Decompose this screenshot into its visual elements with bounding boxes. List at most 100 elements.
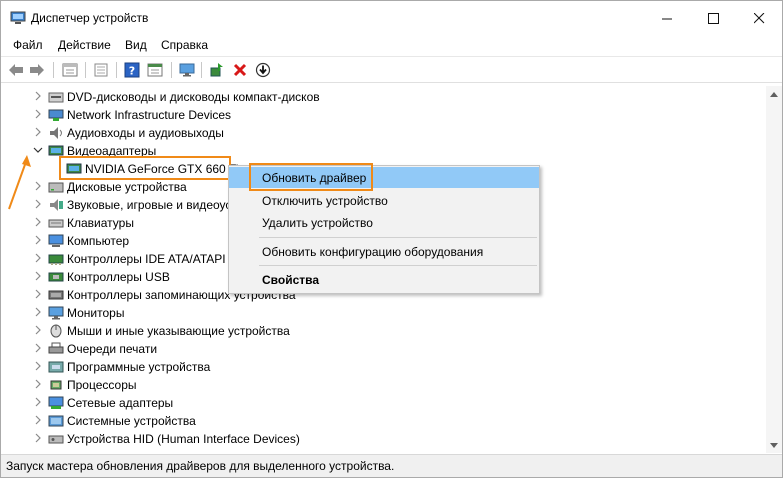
install-icon: [255, 62, 271, 78]
menu-file[interactable]: Файл: [13, 38, 43, 52]
details-button[interactable]: [146, 61, 164, 79]
disk-icon: [48, 180, 64, 194]
chevron-right-icon[interactable]: [33, 325, 43, 337]
chevron-right-icon[interactable]: [33, 397, 43, 409]
properties-label: Свойства: [262, 273, 320, 287]
close-icon: [753, 12, 764, 23]
tree-item-label: Контроллеры IDE ATA/ATAPI: [67, 252, 226, 266]
list-icon: [94, 63, 108, 77]
status-bar: Запуск мастера обновления драйверов для …: [1, 454, 782, 477]
menu-item-uninstall-device[interactable]: Удалить устройство: [229, 212, 539, 233]
toolbar-separator: [201, 62, 202, 78]
tree-category-item[interactable]: Network Infrastructure Devices: [6, 106, 766, 124]
title-bar: Диспетчер устройств: [1, 1, 782, 35]
menu-separator: [259, 237, 537, 238]
tree-item-label: Устройства HID (Human Interface Devices): [67, 432, 300, 446]
chevron-right-icon[interactable]: [33, 289, 43, 301]
toolbar-separator: [85, 62, 86, 78]
tree-item-label: Компьютер: [67, 234, 130, 248]
chevron-right-icon[interactable]: [33, 127, 43, 139]
storage-controller-icon: [48, 288, 64, 302]
disable-device-label: Отключить устройство: [262, 194, 388, 208]
network-device-icon: [48, 108, 64, 122]
remove-button[interactable]: [231, 61, 249, 79]
scroll-down-button[interactable]: [766, 437, 782, 453]
properties-pane-button[interactable]: [61, 61, 79, 79]
tree-category-item[interactable]: Программные устройства: [6, 358, 766, 376]
chevron-right-icon[interactable]: [33, 379, 43, 391]
minimize-button[interactable]: [644, 1, 690, 35]
tree-category-item[interactable]: Мониторы: [6, 304, 766, 322]
tree-category-item[interactable]: Сетевые адаптеры: [6, 394, 766, 412]
vertical-scrollbar[interactable]: [766, 86, 782, 453]
tree-category-item[interactable]: Процессоры: [6, 376, 766, 394]
forward-button[interactable]: [28, 61, 46, 79]
chevron-up-icon: [770, 91, 778, 97]
scan-monitor-button[interactable]: [178, 61, 196, 79]
menu-separator: [259, 265, 537, 266]
tree-category-item[interactable]: Устройства HID (Human Interface Devices): [6, 430, 766, 448]
processor-icon: [48, 378, 64, 392]
svg-text:?: ?: [129, 65, 135, 78]
help-button[interactable]: ?: [123, 61, 141, 79]
menu-help[interactable]: Справка: [161, 38, 208, 52]
device-manager-window: Диспетчер устройств Файл Действие Вид Сп…: [0, 0, 783, 478]
chevron-right-icon[interactable]: [33, 271, 43, 283]
selected-device-highlight: [59, 156, 231, 180]
maximize-button[interactable]: [690, 1, 736, 35]
tree-item-label: Контроллеры USB: [67, 270, 170, 284]
chevron-right-icon[interactable]: [33, 415, 43, 427]
tree-category-item[interactable]: DVD-дисководы и дисководы компакт-дисков: [6, 88, 766, 106]
window-title: Диспетчер устройств: [31, 11, 149, 25]
usb-controller-icon: [48, 270, 64, 284]
speaker-icon: [48, 126, 64, 140]
ide-controller-icon: [48, 252, 64, 266]
chevron-right-icon[interactable]: [33, 343, 43, 355]
tree-item-label: Мыши и иные указывающие устройства: [67, 324, 290, 338]
chevron-right-icon[interactable]: [33, 91, 43, 103]
tree-item-label: Системные устройства: [67, 414, 196, 428]
update-driver-button[interactable]: [208, 61, 226, 79]
menu-item-scan-hardware[interactable]: Обновить конфигурацию оборудования: [229, 241, 539, 262]
menu-view[interactable]: Вид: [125, 38, 147, 52]
annotation-arrow-icon: [8, 155, 31, 210]
menu-item-disable-device[interactable]: Отключить устройство: [229, 190, 539, 211]
chevron-right-icon[interactable]: [33, 433, 43, 445]
chevron-down-icon: [770, 442, 778, 448]
chevron-right-icon[interactable]: [33, 109, 43, 121]
maximize-icon: [707, 12, 719, 24]
chevron-right-icon[interactable]: [33, 235, 43, 247]
install-button[interactable]: [254, 61, 272, 79]
close-button[interactable]: [736, 1, 782, 35]
menu-item-properties[interactable]: Свойства: [229, 269, 539, 290]
back-button[interactable]: [7, 61, 25, 79]
keyboard-icon: [48, 216, 64, 230]
minimize-icon: [661, 18, 672, 19]
toolbar: ?: [1, 56, 782, 83]
tree-category-item[interactable]: Мыши и иные указывающие устройства: [6, 322, 766, 340]
sound-icon: [48, 198, 64, 212]
chevron-right-icon[interactable]: [33, 361, 43, 373]
chevron-right-icon[interactable]: [33, 253, 43, 265]
toolbar-separator: [53, 62, 54, 78]
scroll-up-button[interactable]: [766, 86, 782, 102]
tree-category-item[interactable]: Аудиовходы и аудиовыходы: [6, 124, 766, 142]
toolbar-separator: [171, 62, 172, 78]
forward-icon: [30, 64, 44, 76]
scan-hardware-label: Обновить конфигурацию оборудования: [262, 245, 484, 259]
tree-category-item[interactable]: Системные устройства: [6, 412, 766, 430]
update-driver-icon: [210, 63, 223, 77]
list-button[interactable]: [92, 61, 110, 79]
tree-category-item[interactable]: Очереди печати: [6, 340, 766, 358]
tree-item-label: Мониторы: [67, 306, 125, 320]
software-device-icon: [48, 360, 64, 374]
menu-action[interactable]: Действие: [58, 38, 111, 52]
chevron-right-icon[interactable]: [33, 307, 43, 319]
properties-pane-icon: [62, 63, 78, 77]
tree-item-label: Клавиатуры: [67, 216, 134, 230]
computer-icon: [48, 234, 64, 248]
device-manager-icon: [10, 11, 26, 24]
tree-item-label: Процессоры: [67, 378, 137, 392]
dvd-icon: [48, 90, 64, 104]
chevron-right-icon[interactable]: [33, 217, 43, 229]
